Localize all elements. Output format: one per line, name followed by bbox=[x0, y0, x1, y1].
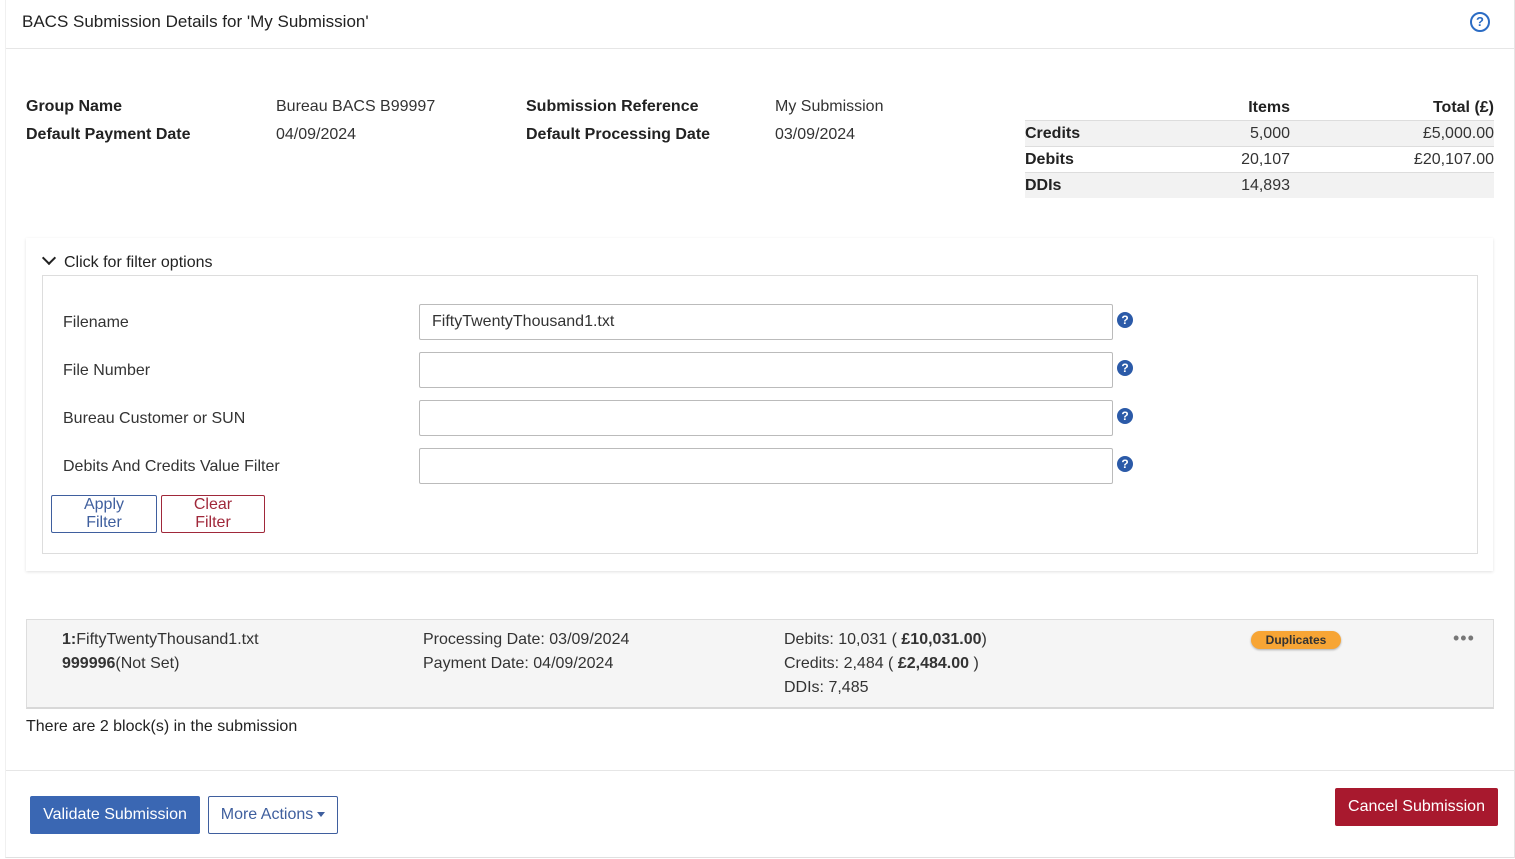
block-sun: 999996(Not Set) bbox=[62, 655, 179, 673]
submission-reference-value: My Submission bbox=[775, 98, 884, 115]
filter-form: Filename ? File Number ? Bureau Customer… bbox=[42, 275, 1478, 554]
bureau-customer-label: Bureau Customer or SUN bbox=[63, 410, 246, 427]
totals-row-name: DDIs bbox=[1025, 172, 1105, 198]
caret-down-icon bbox=[317, 812, 326, 817]
table-row: DDIs 14,893 bbox=[1025, 172, 1494, 198]
totals-row-total: £20,107.00 bbox=[1290, 146, 1494, 173]
filename-help-icon[interactable]: ? bbox=[1117, 312, 1133, 328]
block-index: 1: bbox=[62, 631, 77, 648]
file-number-input[interactable] bbox=[419, 352, 1113, 388]
file-number-label: File Number bbox=[63, 362, 151, 379]
totals-row-total bbox=[1290, 172, 1494, 198]
block-file: 1:FiftyTwentyThousand1.txt bbox=[62, 631, 259, 649]
totals-row-name: Credits bbox=[1025, 120, 1105, 147]
submission-reference-label: Submission Reference bbox=[526, 98, 699, 115]
totals-row-items: 5,000 bbox=[1105, 120, 1290, 147]
apply-filter-button[interactable]: Apply Filter bbox=[51, 495, 157, 533]
submission-card: BACS Submission Details for 'My Submissi… bbox=[5, 0, 1515, 858]
filename-input[interactable] bbox=[419, 304, 1113, 340]
blocks-count-text: There are 2 block(s) in the submission bbox=[26, 718, 298, 735]
page-title: BACS Submission Details for 'My Submissi… bbox=[22, 12, 369, 31]
totals-header-row: Items Total (£) bbox=[1025, 96, 1494, 121]
block-payment-date: Payment Date: 04/09/2024 bbox=[423, 655, 614, 672]
block-filename: FiftyTwentyThousand1.txt bbox=[76, 631, 259, 648]
chevron-down-icon bbox=[41, 250, 57, 266]
default-payment-date-value: 04/09/2024 bbox=[276, 126, 357, 143]
block-debits-amount: £10,031.00 bbox=[901, 631, 982, 648]
value-filter-help-icon[interactable]: ? bbox=[1117, 456, 1133, 472]
block-credits: Credits: 2,484 ( £2,484.00 ) bbox=[784, 655, 979, 672]
filename-label: Filename bbox=[63, 314, 129, 331]
help-icon[interactable]: ? bbox=[1470, 12, 1490, 32]
group-name-label: Group Name bbox=[26, 98, 123, 115]
block-debits: Debits: 10,031 ( £10,031.00) bbox=[784, 631, 987, 648]
block-sun-number: 999996 bbox=[62, 655, 116, 672]
cancel-submission-button[interactable]: Cancel Submission bbox=[1335, 788, 1498, 826]
more-options-icon[interactable]: ••• bbox=[1453, 628, 1475, 649]
block-sun-suffix: (Not Set) bbox=[115, 655, 180, 672]
items-header: Items bbox=[1248, 99, 1290, 116]
block-ddis: DDIs: 7,485 bbox=[784, 679, 869, 696]
group-name-value: Bureau BACS B99997 bbox=[276, 98, 436, 115]
default-payment-date-label: Default Payment Date bbox=[26, 126, 191, 143]
default-processing-date-label: Default Processing Date bbox=[526, 126, 711, 143]
more-actions-button[interactable]: More Actions bbox=[208, 796, 338, 834]
card-footer: Validate Submission More Actions Cancel … bbox=[6, 770, 1514, 858]
table-row: Credits 5,000 £5,000.00 bbox=[1025, 120, 1494, 147]
list-item[interactable]: 1:FiftyTwentyThousand1.txt 999996(Not Se… bbox=[26, 619, 1494, 709]
bureau-customer-input[interactable] bbox=[419, 400, 1113, 436]
value-filter-input[interactable] bbox=[419, 448, 1113, 484]
block-credits-amount: £2,484.00 bbox=[897, 655, 970, 672]
validate-submission-button[interactable]: Validate Submission bbox=[30, 796, 200, 834]
filter-toggle-label: Click for filter options bbox=[64, 254, 213, 271]
clear-filter-button[interactable]: Clear Filter bbox=[161, 495, 265, 533]
total-header: Total (£) bbox=[1432, 99, 1494, 116]
card-header: BACS Submission Details for 'My Submissi… bbox=[6, 0, 1514, 49]
default-processing-date-value: 03/09/2024 bbox=[775, 126, 856, 143]
totals-row-name: Debits bbox=[1025, 146, 1105, 173]
totals-row-total: £5,000.00 bbox=[1290, 120, 1494, 147]
more-actions-label: More Actions bbox=[220, 806, 314, 823]
filter-panel: Click for filter options Filename ? File… bbox=[26, 238, 1493, 571]
duplicates-badge: Duplicates bbox=[1251, 631, 1341, 649]
bureau-customer-help-icon[interactable]: ? bbox=[1117, 408, 1133, 424]
totals-row-items: 20,107 bbox=[1105, 146, 1290, 173]
totals-row-items: 14,893 bbox=[1105, 172, 1290, 198]
table-row: Debits 20,107 £20,107.00 bbox=[1025, 146, 1494, 173]
block-processing-date: Processing Date: 03/09/2024 bbox=[423, 631, 630, 648]
filter-toggle[interactable]: Click for filter options bbox=[41, 250, 213, 272]
totals-table: Items Total (£) Credits 5,000 £5,000.00 … bbox=[1025, 96, 1494, 198]
file-number-help-icon[interactable]: ? bbox=[1117, 360, 1133, 376]
value-filter-label: Debits And Credits Value Filter bbox=[63, 458, 280, 475]
